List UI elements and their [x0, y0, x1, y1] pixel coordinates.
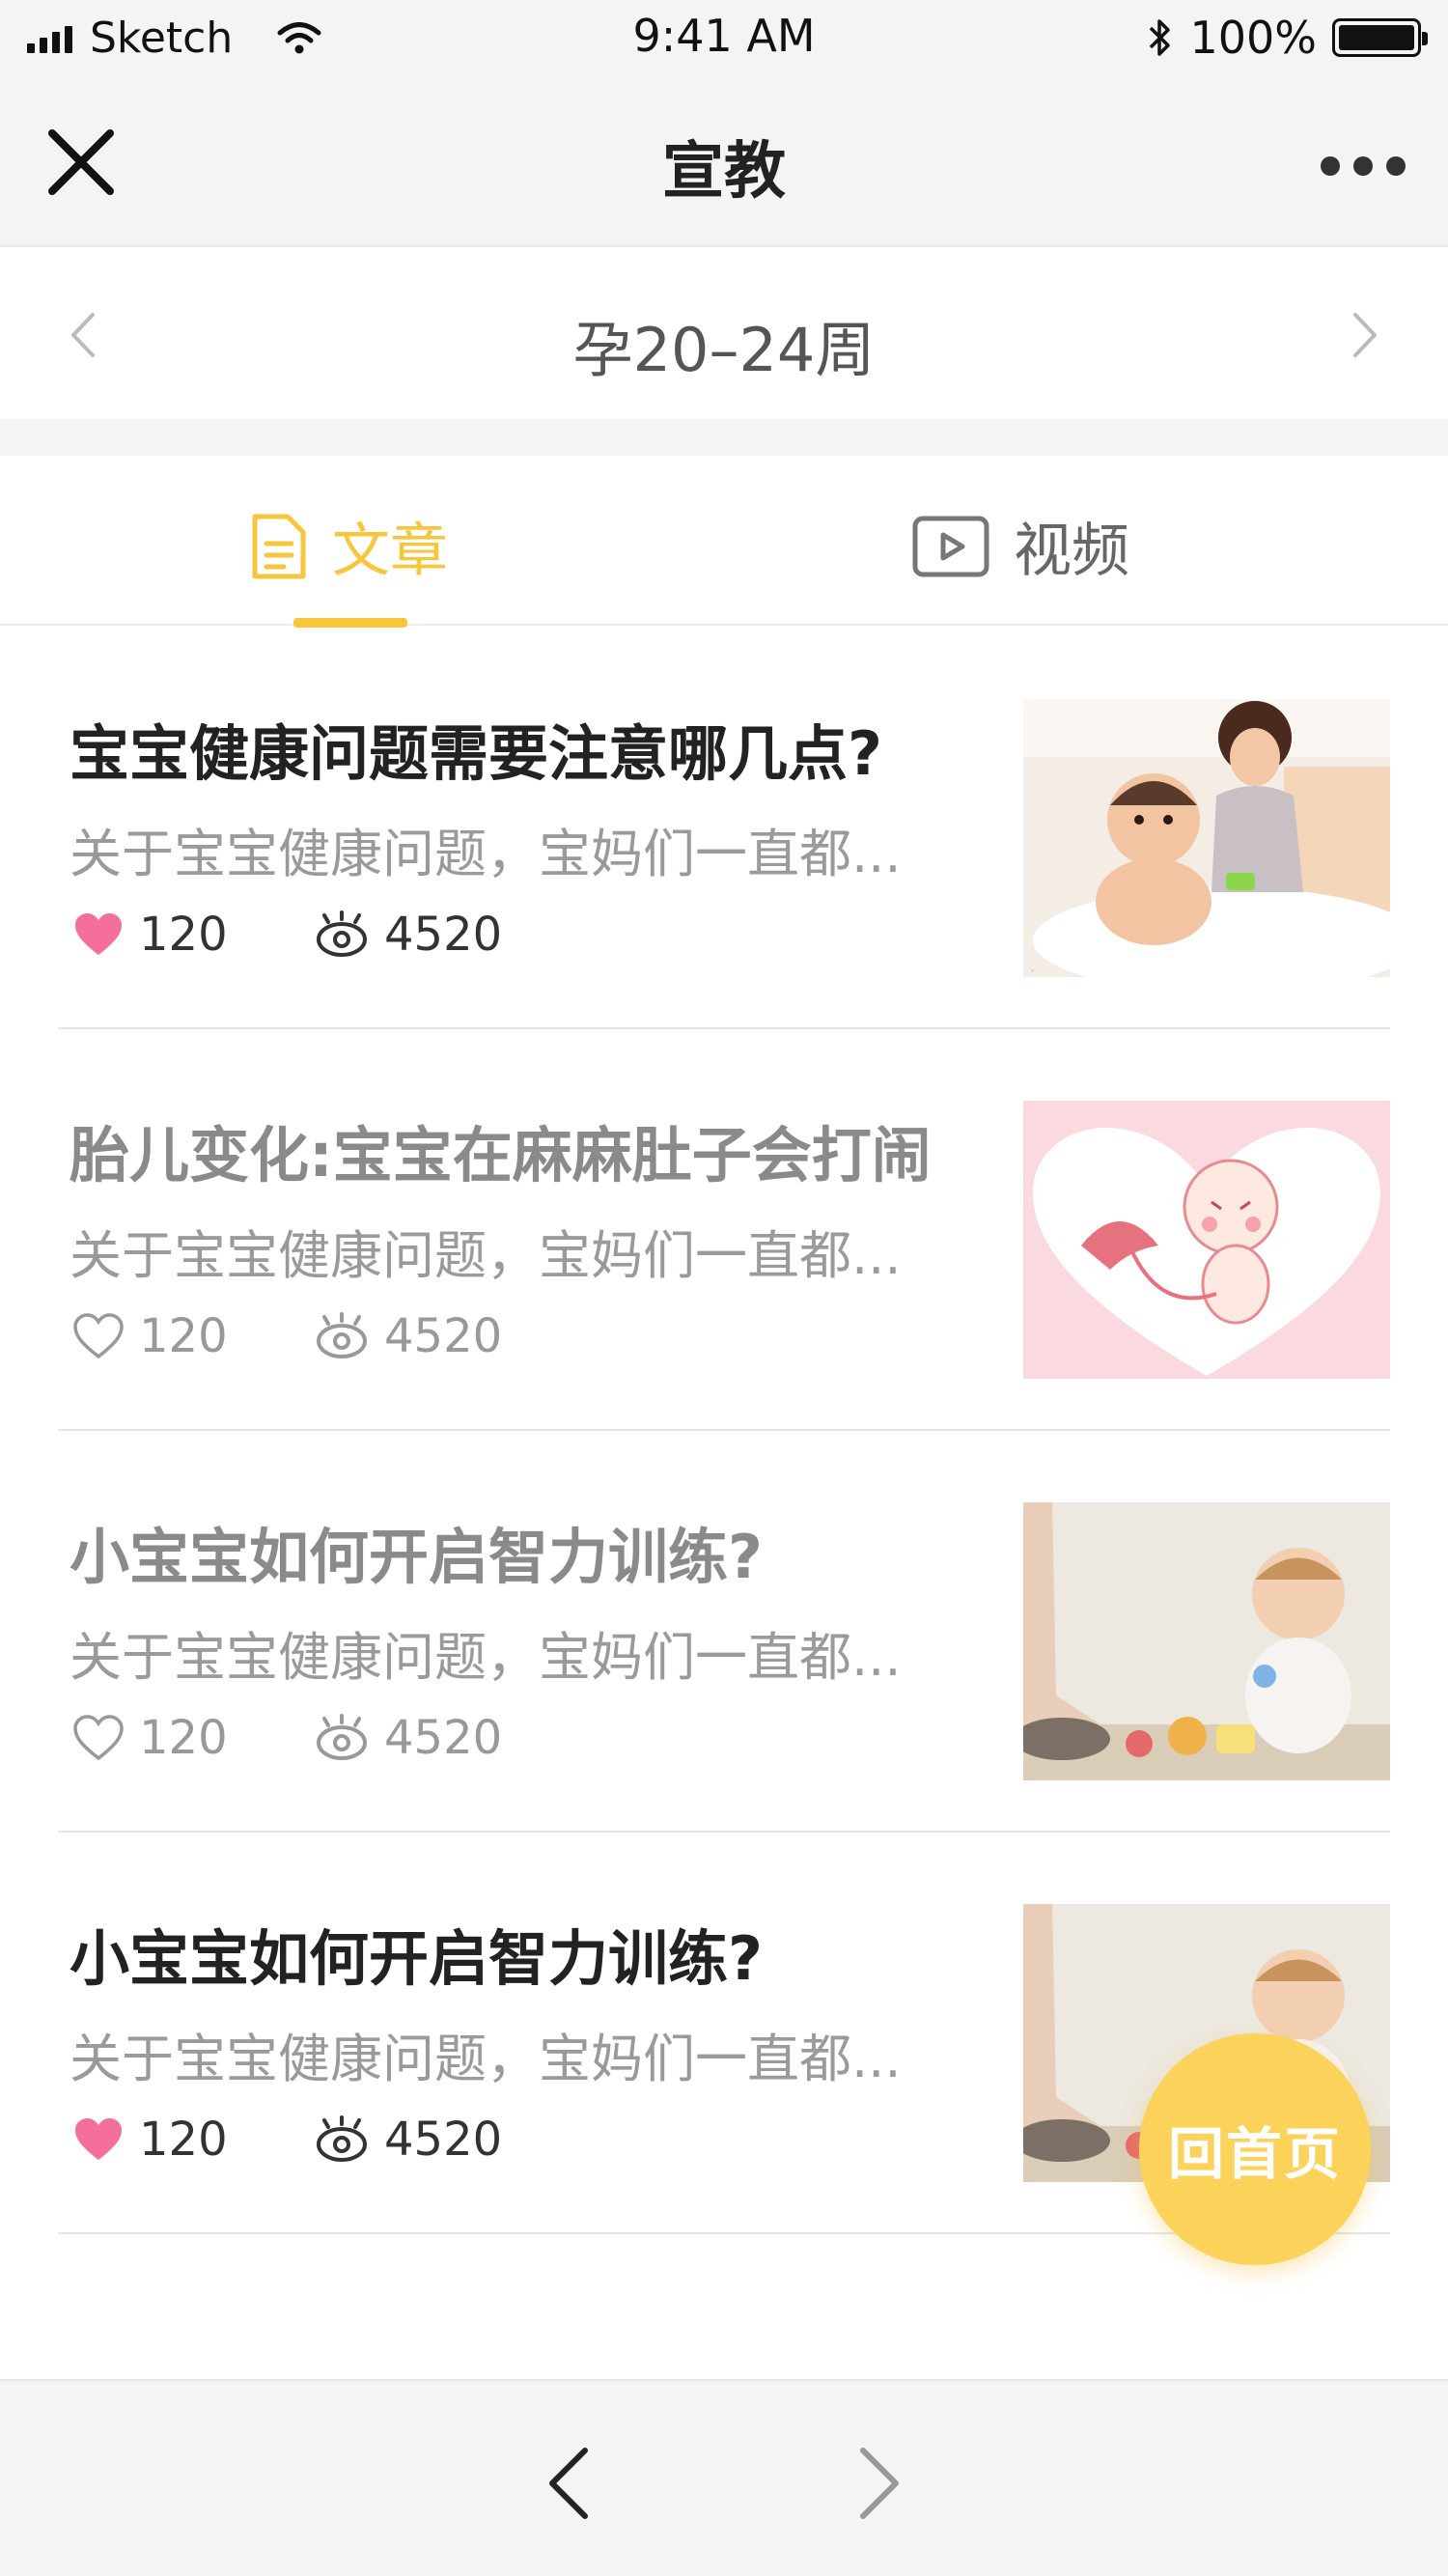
heart-outline-icon[interactable]	[71, 1312, 125, 1360]
tab-videos-label: 视频	[1014, 518, 1129, 585]
article-desc: 关于宝宝健康问题，宝妈们一直都...	[70, 1225, 902, 1286]
back-arrow-icon[interactable]	[541, 2443, 599, 2524]
eye-icon	[317, 2115, 367, 2162]
article-title: 宝宝健康问题需要注意哪几点?	[70, 718, 882, 789]
article-list: 宝宝健康问题需要注意哪几点? 关于宝宝健康问题，宝妈们一直都... 120 45…	[0, 628, 1448, 2234]
view-count: 4520	[384, 2113, 503, 2167]
like-count: 120	[139, 908, 228, 962]
article-thumbnail[interactable]	[1023, 1502, 1390, 1780]
article-thumbnail[interactable]	[1023, 1101, 1390, 1379]
bluetooth-icon	[1150, 19, 1171, 56]
heart-filled-icon[interactable]	[71, 2115, 125, 2164]
tab-articles[interactable]: 文章	[249, 504, 448, 588]
view-count: 4520	[384, 1309, 503, 1363]
article-item[interactable]: 小宝宝如何开启智力训练? 关于宝宝健康问题，宝妈们一直都... 120 4520	[58, 1431, 1390, 1833]
next-week-icon[interactable]	[1340, 309, 1388, 361]
like-count: 120	[139, 1711, 228, 1765]
battery-icon	[1332, 18, 1428, 57]
nav-bar: 宣教	[0, 77, 1448, 247]
article-title: 小宝宝如何开启智力训练?	[70, 1522, 763, 1592]
article-desc: 关于宝宝健康问题，宝妈们一直都...	[70, 2029, 902, 2089]
battery-percent: 100%	[1189, 12, 1317, 64]
week-label: 孕20–24周	[572, 315, 876, 385]
forward-arrow-icon[interactable]	[849, 2443, 907, 2524]
page-title: 宣教	[662, 136, 786, 208]
view-count: 4520	[384, 908, 503, 962]
status-bar: Sketch 9:41 AM 100%	[0, 0, 1448, 77]
article-thumbnail[interactable]: .	[1023, 699, 1390, 977]
article-title: 胎儿变化:宝宝在麻麻肚子会打闹	[70, 1120, 932, 1190]
week-selector: 孕20–24周	[0, 249, 1448, 419]
article-desc: 关于宝宝健康问题，宝妈们一直都...	[70, 1627, 902, 1688]
article-item[interactable]: 胎儿变化:宝宝在麻麻肚子会打闹 关于宝宝健康问题，宝妈们一直都... 120 4…	[58, 1029, 1390, 1431]
home-button[interactable]: 回首页	[1139, 2033, 1371, 2265]
video-icon	[912, 516, 989, 576]
like-count: 120	[139, 2113, 228, 2167]
article-title: 小宝宝如何开启智力训练?	[70, 1923, 763, 1994]
bottom-nav-bar	[0, 2379, 1448, 2576]
article-desc: 关于宝宝健康问题，宝妈们一直都...	[70, 824, 902, 884]
like-count: 120	[139, 1309, 228, 1363]
tab-articles-label: 文章	[332, 518, 448, 585]
view-count: 4520	[384, 1711, 503, 1765]
section-divider	[0, 419, 1448, 456]
content-tabs: 文章 视频	[0, 456, 1448, 628]
svg-text:.: .	[1031, 964, 1034, 974]
eye-icon	[317, 1714, 367, 1760]
more-icon[interactable]	[1321, 156, 1406, 176]
heart-outline-icon[interactable]	[71, 1714, 125, 1762]
eye-icon	[317, 1312, 367, 1358]
active-tab-indicator	[293, 618, 407, 628]
article-item[interactable]: 宝宝健康问题需要注意哪几点? 关于宝宝健康问题，宝妈们一直都... 120 45…	[58, 628, 1390, 1029]
tab-videos[interactable]: 视频	[911, 504, 1129, 588]
heart-filled-icon[interactable]	[71, 910, 125, 959]
document-icon	[252, 514, 306, 578]
eye-icon	[317, 910, 367, 957]
home-button-label: 回首页	[1167, 2121, 1342, 2187]
